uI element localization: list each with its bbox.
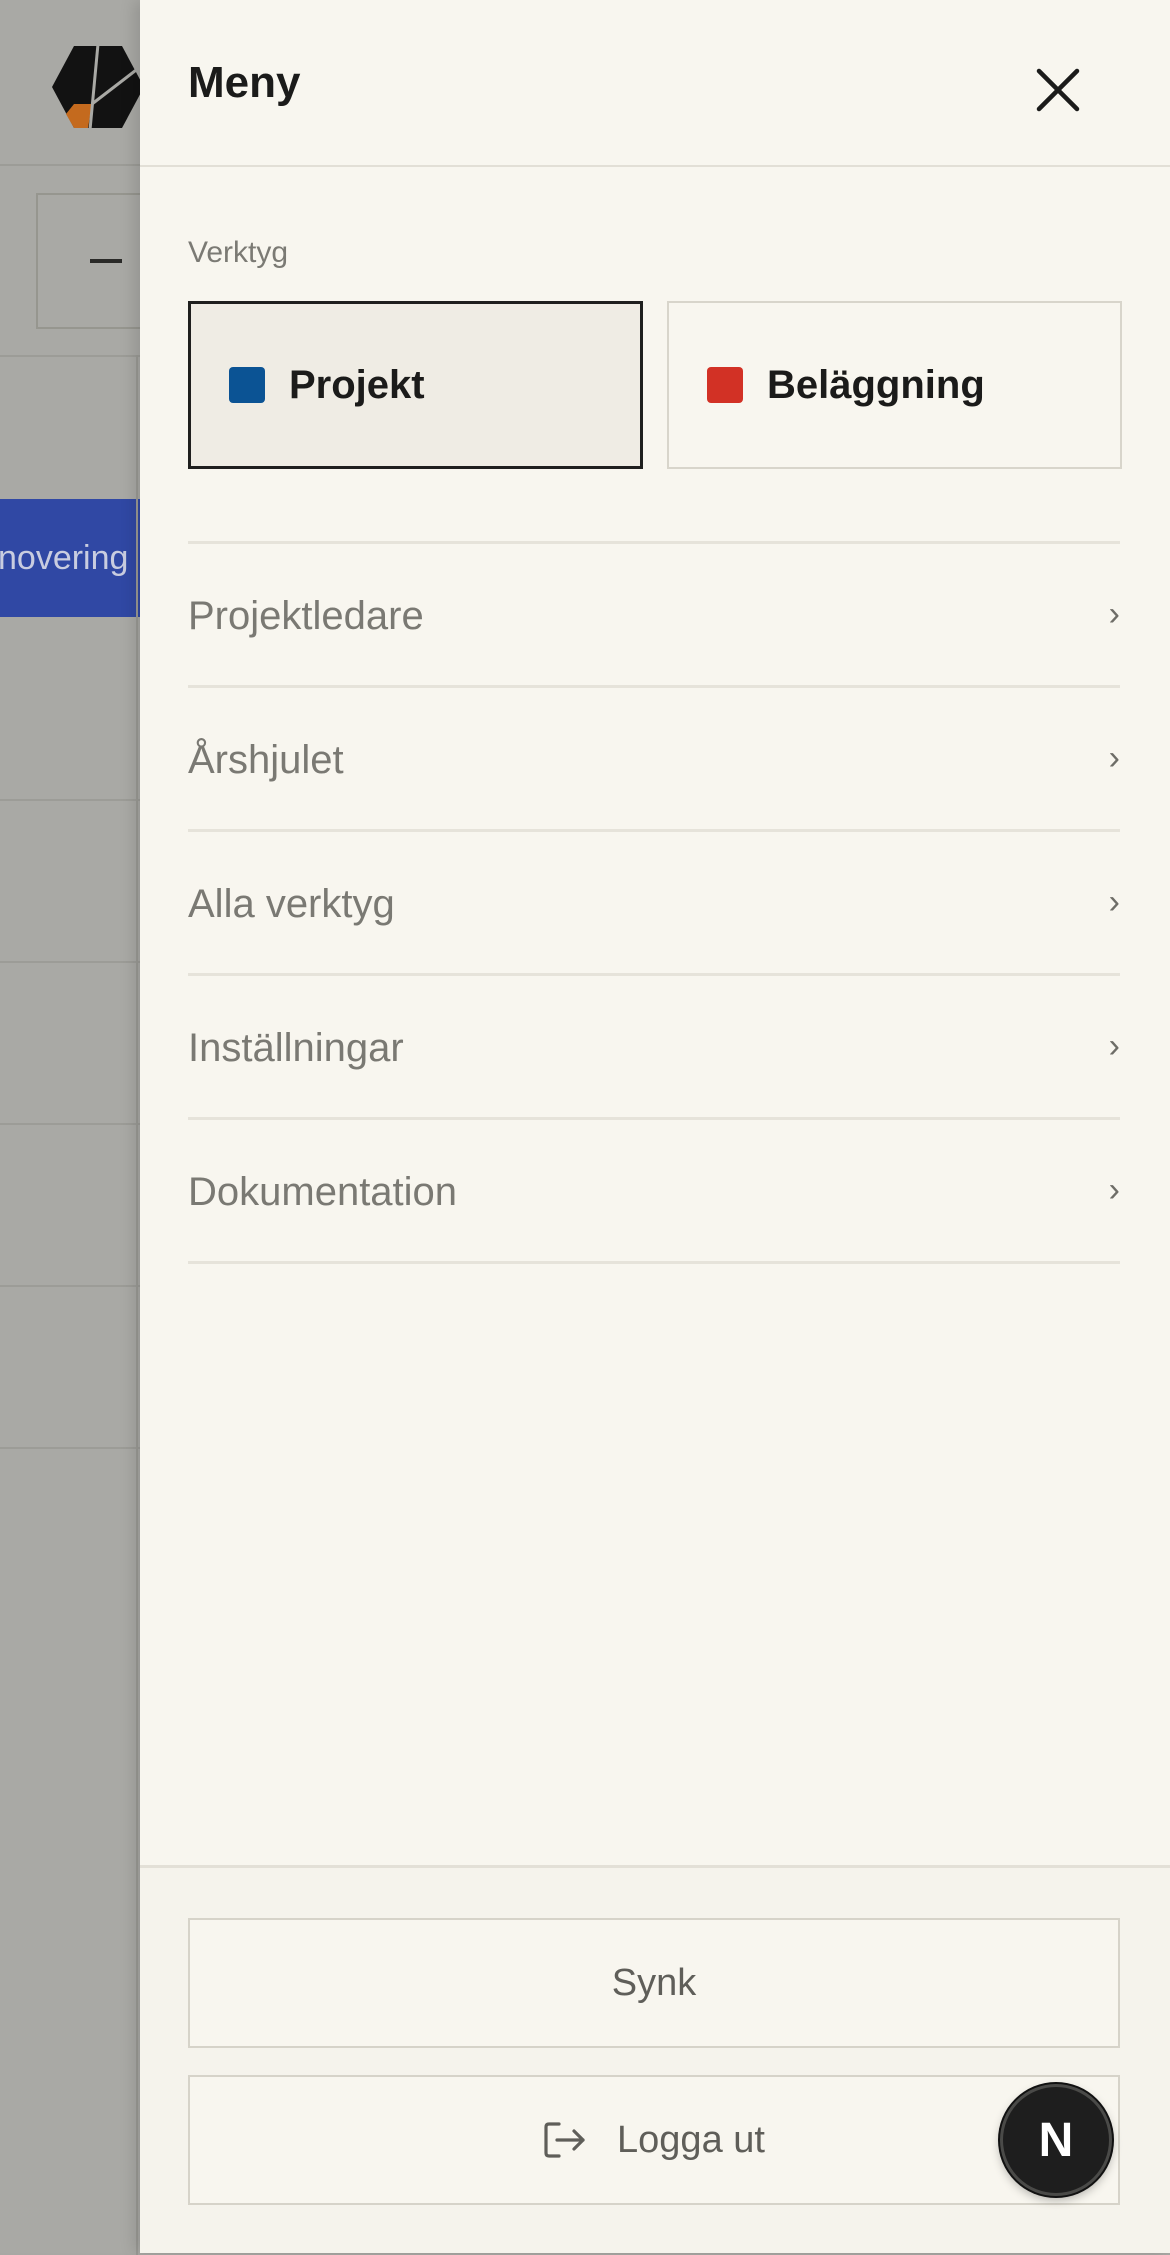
projekt-color-swatch	[229, 367, 265, 403]
nav-item-label: Dokumentation	[188, 1170, 458, 1214]
nav-item-projektledare[interactable]: Projektledare ›	[188, 544, 1120, 688]
user-avatar-badge[interactable]: N	[1000, 2084, 1112, 2196]
tool-button-projekt[interactable]: Projekt	[188, 301, 643, 469]
close-icon	[1036, 68, 1080, 112]
tool-button-belaggning[interactable]: Beläggning	[667, 301, 1122, 469]
logout-button-label: Logga ut	[617, 2118, 765, 2161]
app-logo-icon	[52, 44, 144, 130]
nav-item-label: Projektledare	[188, 594, 424, 638]
drawer-footer: Synk Logga ut	[140, 1865, 1170, 2253]
logout-button[interactable]: Logga ut	[188, 2075, 1120, 2205]
background-divider	[0, 1447, 140, 1449]
background-divider	[0, 1285, 140, 1287]
nav-item-installningar[interactable]: Inställningar ›	[188, 976, 1120, 1120]
nav-item-alla-verktyg[interactable]: Alla verktyg ›	[188, 832, 1120, 976]
chevron-right-icon: ›	[1108, 739, 1120, 777]
menu-drawer: Meny Verktyg Projekt Beläggning Projektl…	[140, 0, 1170, 2253]
drawer-header: Meny	[140, 0, 1170, 167]
drawer-title: Meny	[188, 58, 301, 107]
background-vertical-divider	[136, 355, 138, 2255]
user-avatar-letter: N	[1038, 2113, 1074, 2167]
logout-icon	[543, 2120, 587, 2160]
tools-section-label: Verktyg	[188, 236, 289, 269]
nav-item-label: Inställningar	[188, 1026, 404, 1070]
tool-button-label: Beläggning	[767, 362, 985, 407]
belaggning-color-swatch	[707, 367, 743, 403]
background-divider	[0, 355, 140, 357]
nav-item-arshjulet[interactable]: Årshjulet ›	[188, 688, 1120, 832]
nav-item-label: Alla verktyg	[188, 882, 395, 926]
background-divider	[0, 799, 140, 801]
nav-item-dokumentation[interactable]: Dokumentation ›	[188, 1120, 1120, 1264]
close-button[interactable]	[1020, 52, 1096, 128]
nav-item-label: Årshjulet	[188, 738, 344, 782]
chevron-right-icon: ›	[1108, 1027, 1120, 1065]
sync-button[interactable]: Synk	[188, 1918, 1120, 2048]
sync-button-label: Synk	[611, 1961, 697, 2004]
nav-list: Projektledare › Årshjulet › Alla verktyg…	[188, 544, 1120, 1264]
tool-button-label: Projekt	[289, 362, 425, 407]
chevron-right-icon: ›	[1108, 1171, 1120, 1209]
background-divider	[0, 961, 140, 963]
background-divider	[0, 1123, 140, 1125]
chevron-right-icon: ›	[1108, 595, 1120, 633]
chevron-right-icon: ›	[1108, 883, 1120, 921]
background-blue-button: novering	[0, 499, 140, 617]
background-blue-button-label: novering	[0, 538, 129, 577]
